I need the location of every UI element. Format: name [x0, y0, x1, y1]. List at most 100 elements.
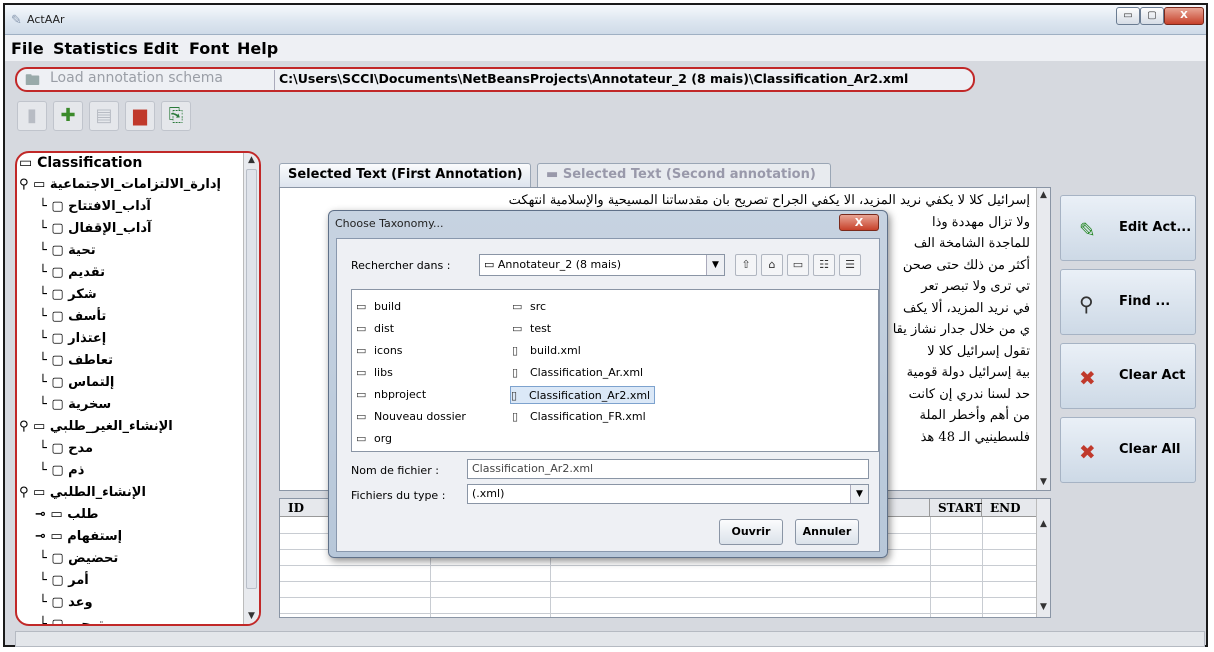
- magnifier-icon: ⚲: [1079, 292, 1094, 316]
- details-view-icon[interactable]: ☰: [839, 254, 861, 276]
- scroll-up-icon[interactable]: ▲: [1038, 190, 1049, 201]
- tree-node[interactable]: ⚲ ▭ الإنشاء_الغير_طلبي: [19, 419, 173, 439]
- menu-font[interactable]: Font: [189, 39, 229, 58]
- look-in-value: Annotateur_2 (8 mais): [497, 258, 622, 271]
- file-list[interactable]: ▭ build ▭ dist ▭ icons ▭ libs ▭ nbproject ▭ No…: [351, 289, 879, 452]
- app-window: ✎ ActAAr ▭ ▢ X File Statistics Edit Font…: [3, 3, 1208, 647]
- tree-leaf[interactable]: └ ▢ أمر: [39, 573, 89, 593]
- tab-second-annotation[interactable]: ▬ Selected Text (Second annotation): [537, 163, 831, 187]
- tree-leaf[interactable]: └ ▢ ترجي: [39, 617, 104, 624]
- clear-all-button[interactable]: ✖ Clear All: [1060, 417, 1196, 483]
- scroll-up-icon[interactable]: ▲: [246, 155, 257, 166]
- tree-node[interactable]: ⚲ ▭ الإنشاء_الطلبي: [19, 485, 146, 505]
- edit-act-button[interactable]: ✎ Edit Act...: [1060, 195, 1196, 261]
- open-button[interactable]: Ouvrir: [719, 519, 783, 545]
- tab-first-annotation[interactable]: Selected Text (First Annotation): [279, 163, 531, 187]
- table-row: [280, 565, 1038, 566]
- new-folder-icon[interactable]: ▭: [787, 254, 809, 276]
- list-item[interactable]: ▭ test: [512, 320, 551, 338]
- open-icon[interactable]: ▮: [17, 101, 47, 131]
- load-schema-button[interactable]: 🖿 Load annotation schema: [23, 70, 275, 90]
- clear-act-button[interactable]: ✖ Clear Act: [1060, 343, 1196, 409]
- list-item[interactable]: ▯ Classification_Ar.xml: [512, 364, 643, 382]
- folder-icon: ▭: [512, 300, 523, 313]
- close-button[interactable]: X: [1164, 7, 1204, 25]
- xml-icon[interactable]: ⎘: [161, 101, 191, 131]
- tree-scrollbar[interactable]: ▲ ▼: [243, 153, 259, 624]
- home-icon[interactable]: ⌂: [761, 254, 783, 276]
- add-icon[interactable]: ✚: [53, 101, 83, 131]
- column-header-start[interactable]: START: [930, 499, 983, 517]
- minimize-button[interactable]: ▭: [1116, 7, 1140, 25]
- list-item[interactable]: ▭ src: [512, 298, 546, 316]
- table-scrollbar[interactable]: ▲ ▼: [1036, 499, 1050, 617]
- scroll-thumb[interactable]: [246, 169, 257, 589]
- tree-node[interactable]: ⊸ ▭ طلب: [35, 507, 99, 527]
- scroll-down-icon[interactable]: ▼: [246, 611, 257, 622]
- list-item[interactable]: ▭ libs: [356, 364, 393, 382]
- expand-icon: ⚲ ▭: [19, 177, 46, 192]
- tree-leaf[interactable]: └ ▢ تحضيض: [39, 551, 118, 571]
- expand-icon: ⚲ ▭: [19, 419, 46, 434]
- tree-leaf[interactable]: └ ▢ تحية: [39, 243, 96, 263]
- tree-leaf[interactable]: └ ▢ إعتذار: [39, 331, 106, 351]
- scroll-down-icon[interactable]: ▼: [1038, 477, 1049, 488]
- table-row: [280, 597, 1038, 598]
- tree-leaf[interactable]: └ ▢ تعاطف: [39, 353, 113, 373]
- dialog-body: Rechercher dans : ▭ Annotateur_2 (8 mais…: [336, 238, 880, 552]
- list-item[interactable]: ▭ dist: [356, 320, 394, 338]
- tree-leaf[interactable]: └ ▢ آداب_الإقفال: [39, 221, 152, 241]
- up-folder-icon[interactable]: ⇧: [735, 254, 757, 276]
- tree-leaf[interactable]: └ ▢ سخرية: [39, 397, 111, 417]
- find-button[interactable]: ⚲ Find ...: [1060, 269, 1196, 335]
- broom-icon: ✖: [1079, 366, 1096, 390]
- title-bar: ✎ ActAAr ▭ ▢ X: [5, 5, 1206, 35]
- tree-root[interactable]: ▭ Classification: [19, 155, 142, 175]
- scroll-down-icon[interactable]: ▼: [1038, 602, 1049, 613]
- list-item[interactable]: ▭ org: [356, 430, 392, 448]
- list-item[interactable]: ▭ icons: [356, 342, 403, 360]
- filename-field[interactable]: Classification_Ar2.xml: [467, 459, 869, 479]
- tree-node[interactable]: ⚲ ▭ إدارة_الالتزامات_الاجتماعية: [19, 177, 221, 197]
- menu-edit[interactable]: Edit: [143, 39, 179, 58]
- table-row: [280, 613, 1038, 614]
- chart-icon[interactable]: ▆: [125, 101, 155, 131]
- chevron-down-icon[interactable]: ▼: [706, 255, 724, 275]
- folder-icon: ▭: [512, 322, 523, 335]
- tree-leaf[interactable]: └ ▢ وعد: [39, 595, 93, 615]
- tree-leaf[interactable]: └ ▢ تأسف: [39, 309, 106, 329]
- list-item[interactable]: ▭ Nouveau dossier: [356, 408, 466, 426]
- menu-help[interactable]: Help: [237, 39, 278, 58]
- tree-leaf[interactable]: └ ▢ ذم: [39, 463, 84, 483]
- tree-leaf[interactable]: └ ▢ مدح: [39, 441, 93, 461]
- cancel-button[interactable]: Annuler: [795, 519, 859, 545]
- tree-leaf[interactable]: └ ▢ شكر: [39, 287, 97, 307]
- list-item[interactable]: ▯ build.xml: [512, 342, 581, 360]
- menu-file[interactable]: File: [11, 39, 44, 58]
- text-scrollbar[interactable]: ▲ ▼: [1036, 188, 1050, 490]
- menu-statistics[interactable]: Statistics: [53, 39, 138, 58]
- list-view-icon[interactable]: ☷: [813, 254, 835, 276]
- tree-leaf[interactable]: └ ▢ تقديم: [39, 265, 105, 285]
- dialog-close-button[interactable]: X: [839, 214, 879, 231]
- list-item-selected[interactable]: ▯ Classification_Ar2.xml: [510, 386, 656, 404]
- column-header-end[interactable]: END: [982, 499, 1038, 517]
- list-item[interactable]: ▯ Classification_FR.xml: [512, 408, 646, 426]
- chevron-down-icon[interactable]: ▼: [850, 485, 868, 503]
- list-item[interactable]: ▭ nbproject: [356, 386, 426, 404]
- tree-leaf[interactable]: └ ▢ إلتماس: [39, 375, 114, 395]
- list-item[interactable]: ▭ build: [356, 298, 401, 316]
- tree-node[interactable]: ⊸ ▭ إستفهام: [35, 529, 122, 549]
- folder-icon: ▭: [19, 155, 33, 171]
- leaf-icon: └ ▢: [39, 573, 64, 588]
- file-icon: ▯: [512, 344, 519, 357]
- folder-icon: ▭: [356, 344, 367, 357]
- look-in-dropdown[interactable]: ▭ Annotateur_2 (8 mais) ▼: [479, 254, 725, 276]
- action-buttons: ✎ Edit Act... ⚲ Find ... ✖ Clear Act ✖ C…: [1060, 195, 1200, 495]
- document-icon[interactable]: ▤: [89, 101, 119, 131]
- scroll-up-icon[interactable]: ▲: [1038, 519, 1049, 530]
- leaf-icon: └ ▢: [39, 287, 64, 302]
- maximize-button[interactable]: ▢: [1140, 7, 1164, 25]
- filetype-dropdown[interactable]: (.xml) ▼: [467, 484, 869, 504]
- tree-leaf[interactable]: └ ▢ آداب_الافتتاح: [39, 199, 151, 219]
